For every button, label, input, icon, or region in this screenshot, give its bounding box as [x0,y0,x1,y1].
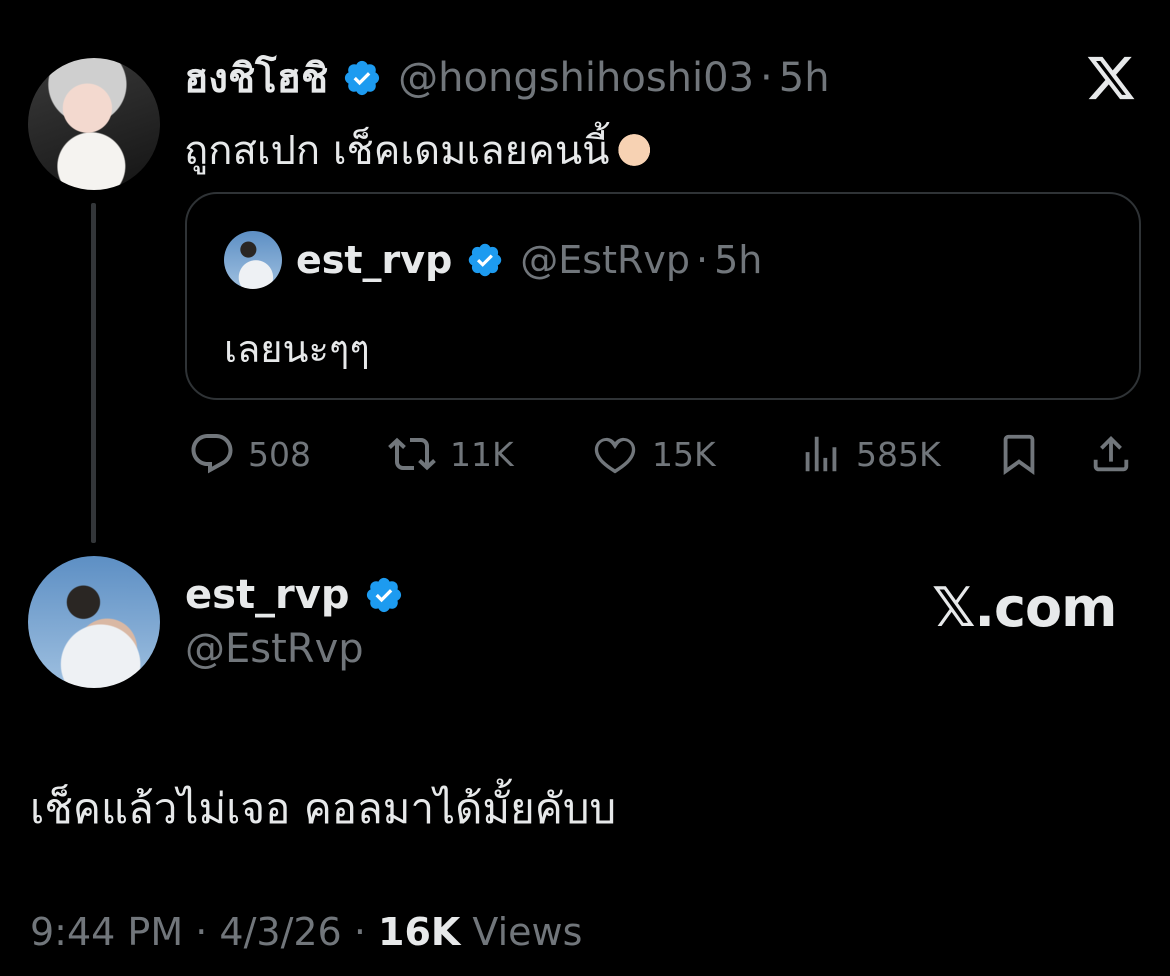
quoted-tweet-header: est_rvp @EstRvp · 5h [296,238,762,282]
x-logo-icon [1087,56,1135,100]
tweet2-views-count: 16K [378,910,461,954]
like-icon [594,437,636,474]
tweet2-text: เช็คแล้วไม่เจอ คอลมาได้มั้ยคับบ [30,784,617,833]
quoted-avatar-estrvp[interactable] [224,231,282,289]
tweet2-date[interactable]: 4/3/26 [219,910,341,954]
tweet2-dot1: · [195,910,208,954]
share-button[interactable] [1088,428,1146,480]
quoted-dot: · [696,238,709,282]
bookmark-icon [1003,434,1035,475]
verified-badge-icon [345,60,380,96]
tweet1-dot: · [760,55,773,101]
reply-button[interactable]: 508 [188,428,311,480]
tweet1-header: ฮงชิโฮชิ @hongshihoshi03 · 5h [184,52,830,104]
tweet2-handle[interactable]: @EstRvp [185,626,364,672]
repost-count: 11K [450,434,514,474]
quoted-handle: @EstRvp [520,238,691,282]
tweet1-display-name[interactable]: ฮงชิโฮชิ [184,46,328,110]
verified-badge-icon [469,243,502,277]
x-com-brand-label: 𝕏.com [932,576,1117,639]
reply-icon [191,434,233,474]
like-button[interactable]: 15K [590,428,716,480]
quoted-time: 5h [714,238,763,282]
like-count: 15K [652,434,716,474]
verified-badge-icon [366,577,401,613]
tweet2-time[interactable]: 9:44 PM [30,910,183,954]
views-button[interactable]: 585K [798,428,941,480]
tweet1-handle[interactable]: @hongshihoshi03 [398,55,754,101]
repost-button[interactable]: 11K [386,428,514,480]
repost-icon [388,437,436,471]
tweet1-text: ถูกสเปก เช็คเดมเลยคนนี้ [184,118,654,182]
tweet1-time[interactable]: 5h [779,55,830,101]
avatar-estrvp[interactable] [28,556,160,688]
views-icon [805,436,837,472]
thread-connector-line [91,203,96,543]
tweet2-meta: 9:44 PM · 4/3/26 · 16K Views [30,910,582,954]
tweet1-text-content: ถูกสเปก เช็คเดมเลยคนนี้ [184,128,610,174]
tweet2-views-label: Views [472,910,583,954]
quoted-display-name: est_rvp [296,238,453,282]
bookmark-button[interactable] [996,428,1054,480]
pointing-fist-emoji-icon [609,130,654,170]
quoted-tweet-text: เลยนะๆๆ [224,327,370,371]
avatar-hongshihoshi[interactable] [28,58,160,190]
reply-count: 508 [248,434,311,474]
views-count: 585K [856,434,941,474]
share-icon [1093,435,1129,472]
tweet2-display-name[interactable]: est_rvp [185,572,350,618]
tweet2-dot2: · [353,910,366,954]
tweet2-name-row: est_rvp [185,572,404,618]
